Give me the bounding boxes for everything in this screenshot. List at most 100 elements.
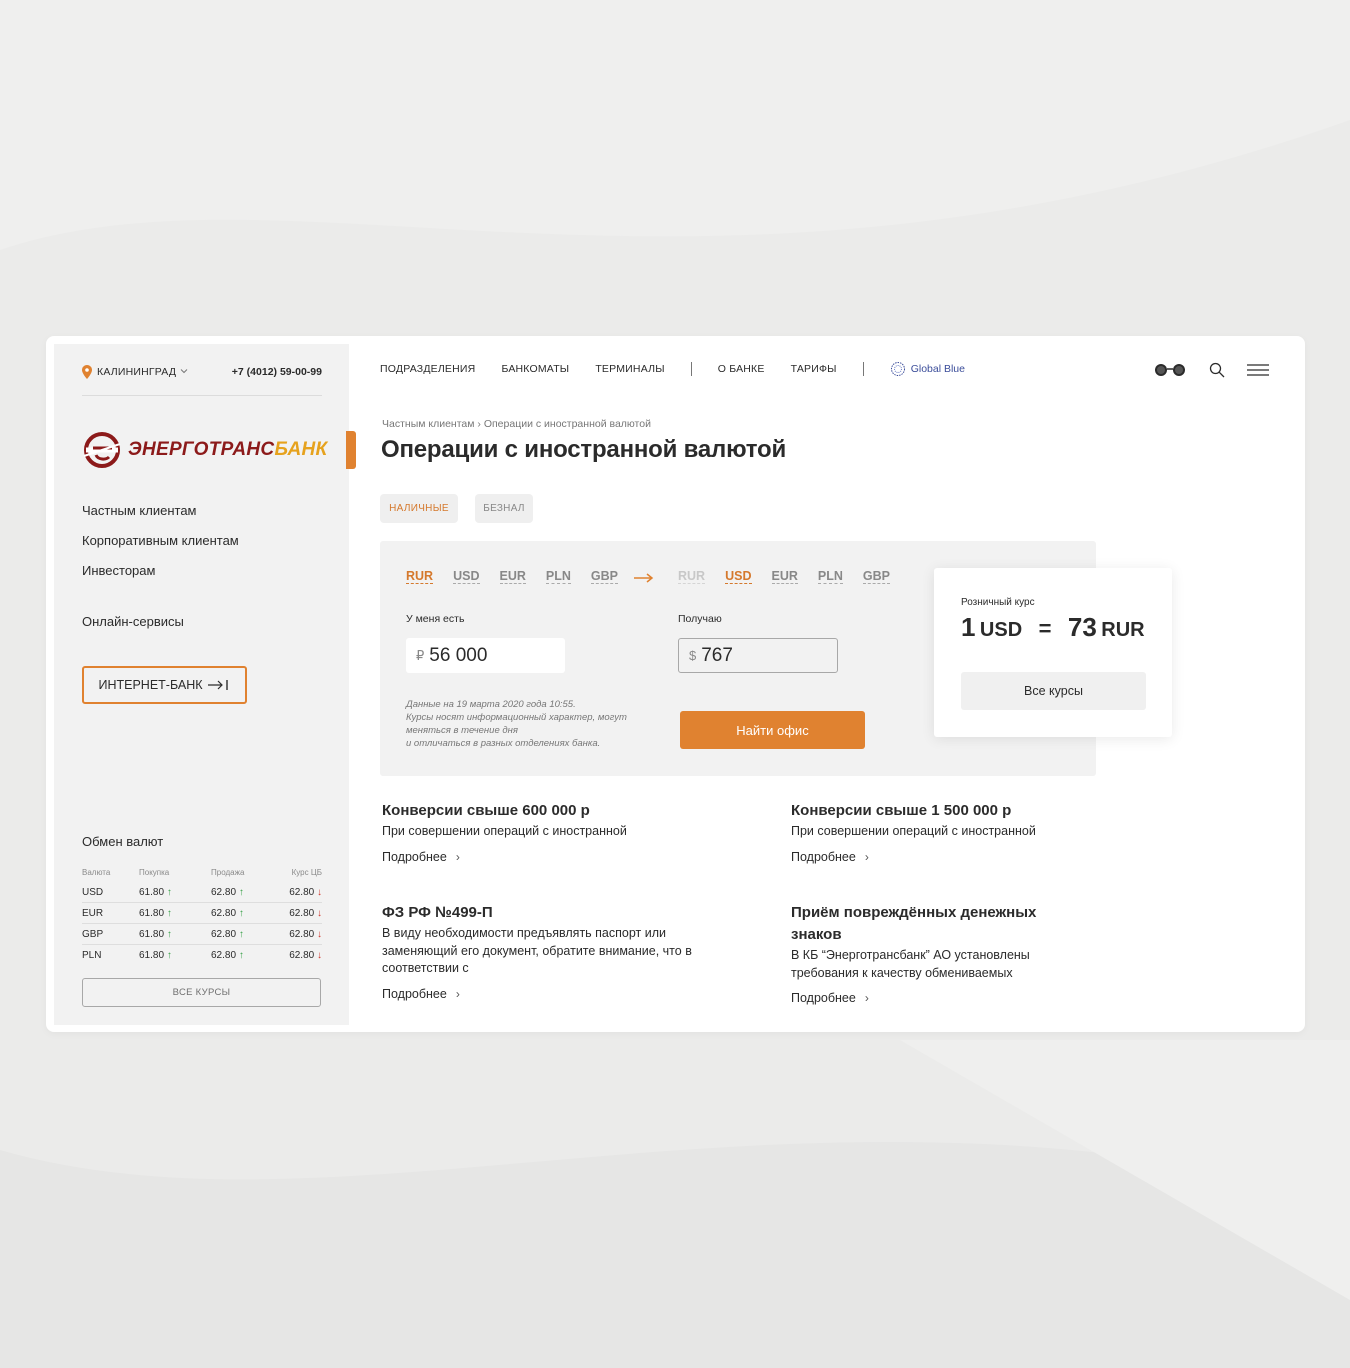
- retail-rate-card: Розничный курс 1 USD = 73 RUR Все курсы: [934, 568, 1172, 737]
- all-rates-button[interactable]: ВСЕ КУРСЫ: [82, 978, 321, 1007]
- news-desc: В виду необходимости предъявлять паспорт…: [382, 926, 692, 975]
- sidebar-item-private[interactable]: Частным клиентам: [82, 502, 239, 532]
- search-icon[interactable]: [1209, 362, 1225, 378]
- rate-to-amount: 73: [1067, 612, 1097, 642]
- exchange-table-header: Валюта Покупка Продажа Курс ЦБ: [82, 868, 322, 882]
- tab-noncash[interactable]: БЕЗНАЛ: [475, 494, 533, 523]
- nav-atms[interactable]: БАНКОМАТЫ: [501, 363, 569, 375]
- buy-value: 61.80: [139, 907, 165, 919]
- browser-card: КАЛИНИНГРАД +7 (4012) 59-00-99 ЭНЕРГОТРА…: [46, 336, 1305, 1032]
- rate-from-amount: 1: [961, 612, 976, 642]
- news-desc: При совершении операций с иностранной: [791, 824, 1036, 838]
- news-title[interactable]: ФЗ РФ №499-П: [382, 902, 712, 924]
- nav-terminals[interactable]: ТЕРМИНАЛЫ: [595, 363, 664, 375]
- col-buy: Покупка: [139, 868, 170, 877]
- nav-tariffs[interactable]: ТАРИФЫ: [791, 363, 837, 375]
- retail-rate-value: 1 USD = 73 RUR: [961, 612, 1145, 643]
- bank-logo[interactable]: ЭНЕРГОТРАНСБАНК: [82, 430, 328, 470]
- sidebar-item-online-services[interactable]: Онлайн-сервисы: [82, 614, 184, 629]
- news-more-link[interactable]: Подробнее ›: [791, 991, 1081, 1005]
- more-label: Подробнее: [791, 849, 856, 864]
- cb-value: 62.80: [289, 886, 315, 898]
- sell-value: 62.80: [211, 950, 237, 961]
- news-title[interactable]: Конверсии свыше 600 000 р: [382, 800, 712, 822]
- row-sell: 62.80 ↑: [211, 887, 285, 898]
- to-currency-option[interactable]: USD: [725, 569, 752, 584]
- row-buy: 61.80 ↑: [139, 887, 211, 898]
- to-currency-option: RUR: [678, 569, 706, 584]
- global-blue-icon: [890, 362, 905, 376]
- from-currency-option[interactable]: EUR: [499, 569, 526, 584]
- to-currency-selector: RUR USD EUR PLN GBP: [678, 569, 910, 584]
- news-more-link[interactable]: Подробнее ›: [382, 850, 712, 864]
- glasses-icon[interactable]: [1153, 363, 1187, 377]
- tab-cash[interactable]: НАЛИЧНЫЕ: [380, 494, 458, 523]
- nav-global-blue[interactable]: Global Blue: [890, 361, 965, 377]
- row-cb: 62.80 ↓: [285, 887, 322, 898]
- to-currency-option[interactable]: EUR: [771, 569, 798, 584]
- news-item: Приём повреждённых денежных знаков В КБ …: [791, 902, 1081, 1005]
- to-currency-option[interactable]: GBP: [862, 569, 890, 584]
- phone-number[interactable]: +7 (4012) 59-00-99: [232, 366, 322, 378]
- from-currency-option[interactable]: PLN: [545, 569, 571, 584]
- more-label: Подробнее: [382, 849, 447, 864]
- breadcrumb-item[interactable]: Частным клиентам: [382, 418, 474, 430]
- nav-about[interactable]: О БАНКЕ: [718, 363, 765, 375]
- menu-icon[interactable]: [1247, 364, 1269, 376]
- row-buy: 61.80 ↑: [139, 908, 211, 919]
- news-more-link[interactable]: Подробнее ›: [382, 987, 712, 1001]
- top-nav: ПОДРАЗДЕЛЕНИЯ БАНКОМАТЫ ТЕРМИНАЛЫ О БАНК…: [380, 361, 965, 377]
- internet-bank-label: ИНТЕРНЕТ-БАНК: [98, 678, 203, 692]
- more-label: Подробнее: [382, 986, 447, 1001]
- table-row: USD 61.80 ↑ 62.80 ↑ 62.80 ↓: [82, 882, 322, 903]
- find-office-button[interactable]: Найти офис: [680, 711, 865, 749]
- disclaimer-line: Данные на 19 марта 2020 года 10:55.: [406, 699, 576, 710]
- news-title[interactable]: Приём повреждённых денежных знаков: [791, 902, 1081, 946]
- row-cb: 62.80 ↓: [285, 950, 322, 961]
- all-rates-card-button[interactable]: Все курсы: [961, 672, 1146, 710]
- cb-value: 62.80: [289, 907, 315, 919]
- internet-bank-button[interactable]: ИНТЕРНЕТ-БАНК: [82, 666, 247, 704]
- sell-value: 62.80: [211, 928, 237, 940]
- arrow-right-icon: [634, 573, 654, 583]
- get-label: Получаю: [678, 613, 722, 625]
- sidebar-item-corporate[interactable]: Корпоративным клиентам: [82, 532, 239, 562]
- sidebar-item-investors[interactable]: Инвесторам: [82, 562, 239, 592]
- retail-rate-label: Розничный курс: [961, 597, 1035, 608]
- news-item: Конверсии свыше 600 000 р При совершении…: [382, 800, 712, 864]
- sell-value: 62.80: [211, 907, 237, 919]
- have-amount-value: 56 000: [429, 644, 488, 666]
- rate-equals: =: [1038, 616, 1052, 641]
- from-currency-option[interactable]: RUR: [406, 569, 434, 584]
- chevron-down-icon[interactable]: [180, 367, 188, 375]
- buy-value: 61.80: [139, 950, 165, 961]
- from-currency-selector: RUR USD EUR PLN GBP: [406, 569, 638, 584]
- from-currency-option[interactable]: USD: [453, 569, 480, 584]
- get-amount-field[interactable]: $ 767: [678, 638, 838, 673]
- chevron-right-icon: ›: [864, 991, 869, 1005]
- nav-divisions[interactable]: ПОДРАЗДЕЛЕНИЯ: [380, 363, 475, 375]
- global-blue-label: Global Blue: [910, 363, 965, 375]
- col-sell: Продажа: [211, 868, 245, 877]
- news-title[interactable]: Конверсии свыше 1 500 000 р: [791, 800, 1121, 822]
- breadcrumb-item: Операции с иностранной валютой: [483, 418, 651, 430]
- sidebar-nav: Частным клиентам Корпоративным клиентам …: [82, 502, 239, 592]
- arrow-up-icon: ↑: [166, 928, 172, 940]
- arrow-up-icon: ↑: [166, 950, 172, 961]
- row-buy: 61.80 ↑: [139, 950, 211, 961]
- buy-value: 61.80: [139, 886, 165, 898]
- page-title: Операции с иностранной валютой: [381, 436, 787, 463]
- from-currency-option[interactable]: GBP: [590, 569, 618, 584]
- city-selector[interactable]: КАЛИНИНГРАД: [97, 366, 176, 378]
- arrow-down-icon: ↓: [317, 928, 322, 940]
- arrow-down-icon: ↓: [317, 907, 322, 919]
- news-desc: При совершении операций с иностранной: [382, 824, 627, 838]
- cb-value: 62.80: [289, 950, 315, 961]
- news-desc: В КБ “Энерготрансбанк” АО установлены тр…: [791, 948, 1030, 980]
- news-more-link[interactable]: Подробнее ›: [791, 850, 1121, 864]
- have-amount-input[interactable]: ₽ 56 000: [406, 638, 565, 673]
- sidebar-topbar: КАЛИНИНГРАД +7 (4012) 59-00-99: [82, 362, 322, 382]
- row-sell: 62.80 ↑: [211, 929, 285, 940]
- to-currency-option[interactable]: PLN: [817, 569, 843, 584]
- row-buy: 61.80 ↑: [139, 929, 211, 940]
